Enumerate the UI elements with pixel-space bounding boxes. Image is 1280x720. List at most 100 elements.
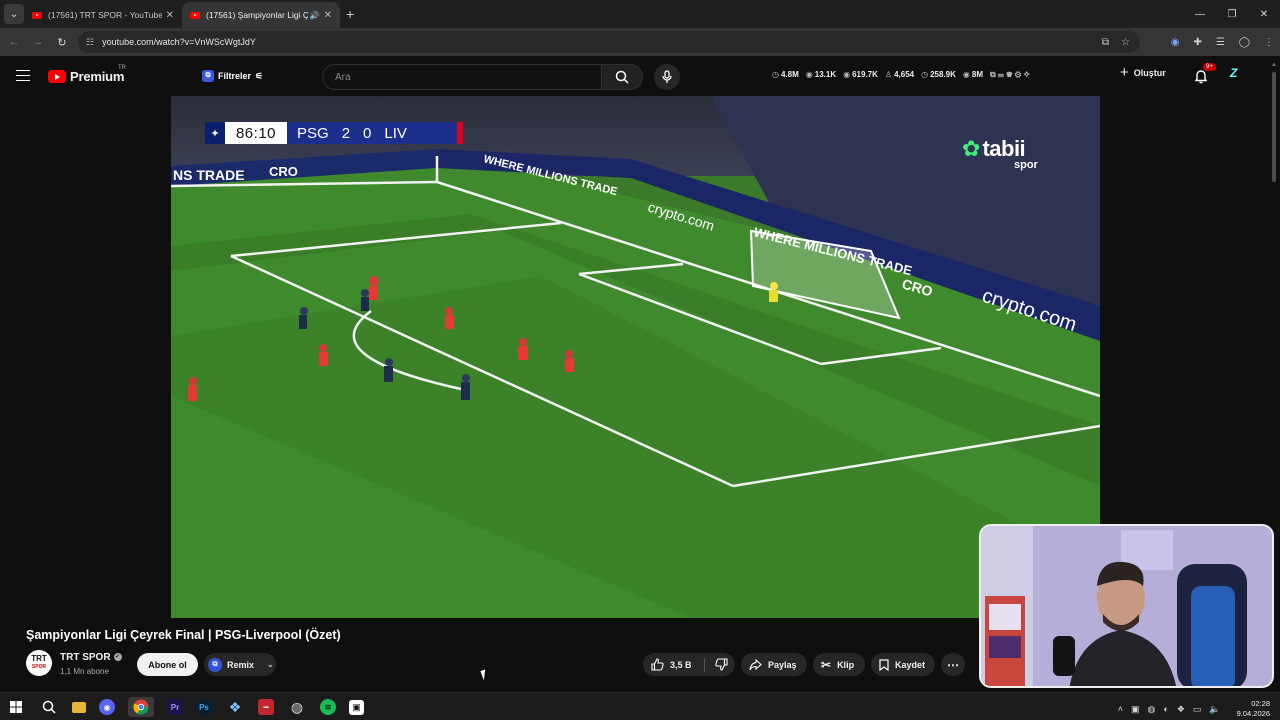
scoreboard: ✦ 86:10 PSG 2 0 LIV [205,122,463,144]
site-info-icon[interactable]: ☷ [86,37,94,48]
menu-icon[interactable] [16,70,30,81]
stat-tools-icons[interactable]: ⧉ ☰ ♛ ⚙ ✧ [990,70,1030,80]
file-explorer-icon[interactable] [72,701,86,713]
tab-list-icon[interactable]: ☰ [1216,37,1225,48]
streamer-camera-feed [981,526,1272,686]
broadcaster-name: tabii [982,136,1026,161]
address-bar[interactable]: ☷ youtube.com/watch?v=VnWScWgtJdY ⧉ ☆ [78,31,1140,53]
minimize-icon[interactable]: — [1184,0,1216,28]
extensions-puzzle-icon[interactable]: ✚ [1193,37,1201,48]
share-arrow-icon [749,658,762,670]
remix-button[interactable]: ⧉ Remix ⌄ [204,653,276,676]
channel-name[interactable]: TRT SPOR ✓ [60,652,122,663]
notifications-button[interactable]: 9+ [1193,63,1216,84]
tray-app-icon[interactable]: ◍ [1148,704,1156,715]
tray-app-icon[interactable]: ▣ [1131,704,1140,715]
filter-extension-icon: ⧉ [202,70,214,82]
scroll-up-icon[interactable]: ▲ [1271,62,1277,68]
account-avatar[interactable]: Z [1230,66,1250,86]
stat-item: ♙ 4,654 [884,70,915,79]
browser-toolbar: ← → ↻ ☷ youtube.com/watch?v=VnWScWgtJdY … [0,28,1280,56]
microphone-icon [662,70,672,83]
sliders-icon: ⚟ [255,70,264,81]
subscribe-button[interactable]: Abone ol [137,653,198,676]
install-app-icon[interactable]: ⧉ [1102,37,1109,48]
verified-check-icon: ✓ [113,653,122,662]
tray-expand-icon[interactable]: ˄ [1118,704,1123,714]
speaker-icon[interactable]: 🔊 [310,11,320,20]
video-editor-icon[interactable]: ▬ [258,699,274,715]
chrome-taskbar-icon[interactable] [128,697,154,717]
network-icon[interactable]: ▭ [1193,704,1202,715]
like-count[interactable]: 3,5 B [670,660,692,670]
taskbar-clock[interactable]: 02:28 9.04.2026 [1237,699,1270,719]
save-button[interactable]: Kaydet [871,653,935,676]
away-score: 0 [363,124,372,142]
broadcaster-sub: spor [1014,159,1038,171]
forward-arrow-icon[interactable]: → [26,36,50,48]
channel-avatar[interactable]: TRT SPOR [26,650,52,676]
more-actions-icon[interactable]: ⋯ [941,653,965,676]
voice-search-button[interactable] [654,64,680,90]
video-title: Şampiyonlar Ligi Çeyrek Final | PSG-Live… [26,628,341,642]
premiere-pro-icon[interactable]: Pr [167,699,183,715]
app-icon[interactable]: ❖ [225,697,245,717]
extension-stats: ◷ 4.8M ◉ 13.1K ◉ 619.7K ♙ 4,654 ◷ 258.9K ◉ 8M … [772,70,1030,80]
stat-item: ◉ 8M [962,70,983,79]
scrollbar-thumb[interactable] [1272,72,1276,182]
tray-app-icon[interactable]: ◐ [1163,704,1168,714]
chevron-down-icon[interactable]: ⌄ [267,660,274,669]
bookmark-icon [879,658,889,671]
youtube-premium-logo[interactable]: Premium TR [48,65,126,84]
bookmark-star-icon[interactable]: ☆ [1121,37,1130,48]
tabii-logo-icon: ✿ [962,136,981,161]
streamlabs-icon[interactable]: ▣ [349,699,364,715]
restore-icon[interactable]: ❐ [1216,0,1248,28]
chrome-menu-icon[interactable]: ⋮ [1264,37,1274,48]
youtube-favicon-icon [190,11,200,19]
browser-tab-2[interactable]: (17561) Şampiyonlar Ligi Ç 🔊 ✕ [182,2,340,28]
stat-item: ◉ 13.1K [805,70,837,79]
profile-icon[interactable]: ◯ [1239,37,1250,48]
stat-item: ◉ 619.7K [843,70,878,79]
search-icon [615,70,629,84]
video-player[interactable]: NS TRADE CRO WHERE MILLIONS TRADE crypto… [171,96,1100,618]
remix-label: Remix [227,659,255,670]
match-clock: 86:10 [225,122,287,144]
clock-time: 02:28 [1251,699,1270,708]
close-window-icon[interactable]: ✕ [1248,0,1280,28]
away-team-color-bar [457,122,463,144]
photoshop-icon[interactable]: Ps [196,699,212,715]
country-code: TR [118,65,126,71]
windows-start-icon[interactable] [6,697,26,717]
share-button[interactable]: Paylaş [741,653,807,676]
filters-label: Filtreler [218,71,252,81]
ad-board-text: NS TRADE [173,167,245,183]
search-input[interactable]: Ara [322,64,602,90]
tab-close-icon[interactable]: ✕ [324,10,332,21]
taskbar-search-icon[interactable] [39,697,59,717]
volume-icon[interactable]: 🔈 [1209,704,1220,715]
subscriber-count: 1,1 Mn abone [60,667,109,676]
filters-button[interactable]: ⧉ Filtreler ⚟ [196,66,269,86]
windows-taskbar: ◉ Pr Ps ❖ ▬ ◍ ≋ ▣ ˄ ▣ ◍ ◐ ❖ ▭ 🔈 02:28 9.… [0,692,1280,720]
create-button[interactable]: + Oluştur [1120,65,1166,80]
thumbs-up-icon[interactable] [651,658,664,671]
back-arrow-icon[interactable]: ← [2,36,26,48]
scissors-icon: ✂ [821,657,832,672]
tray-app-icon[interactable]: ❖ [1177,704,1185,715]
new-tab-icon[interactable]: + [346,6,354,22]
thumbs-down-icon[interactable] [714,658,728,671]
clip-label: Klip [837,659,855,670]
messenger-app-icon[interactable]: ◉ [99,699,115,715]
clip-button[interactable]: ✂ Klip [813,653,865,676]
tab-search-button[interactable]: ⌄ [4,4,24,24]
obs-icon[interactable]: ◍ [287,697,307,717]
away-team: LIV [384,124,407,142]
search-button[interactable] [601,64,643,90]
extension-icon[interactable]: ◉ [1171,37,1180,48]
browser-tab-1[interactable]: (17561) TRT SPOR - YouTube ✕ [24,2,182,28]
reload-icon[interactable]: ↻ [50,36,74,49]
tab-close-icon[interactable]: ✕ [166,10,174,21]
spotify-icon[interactable]: ≋ [320,699,336,715]
